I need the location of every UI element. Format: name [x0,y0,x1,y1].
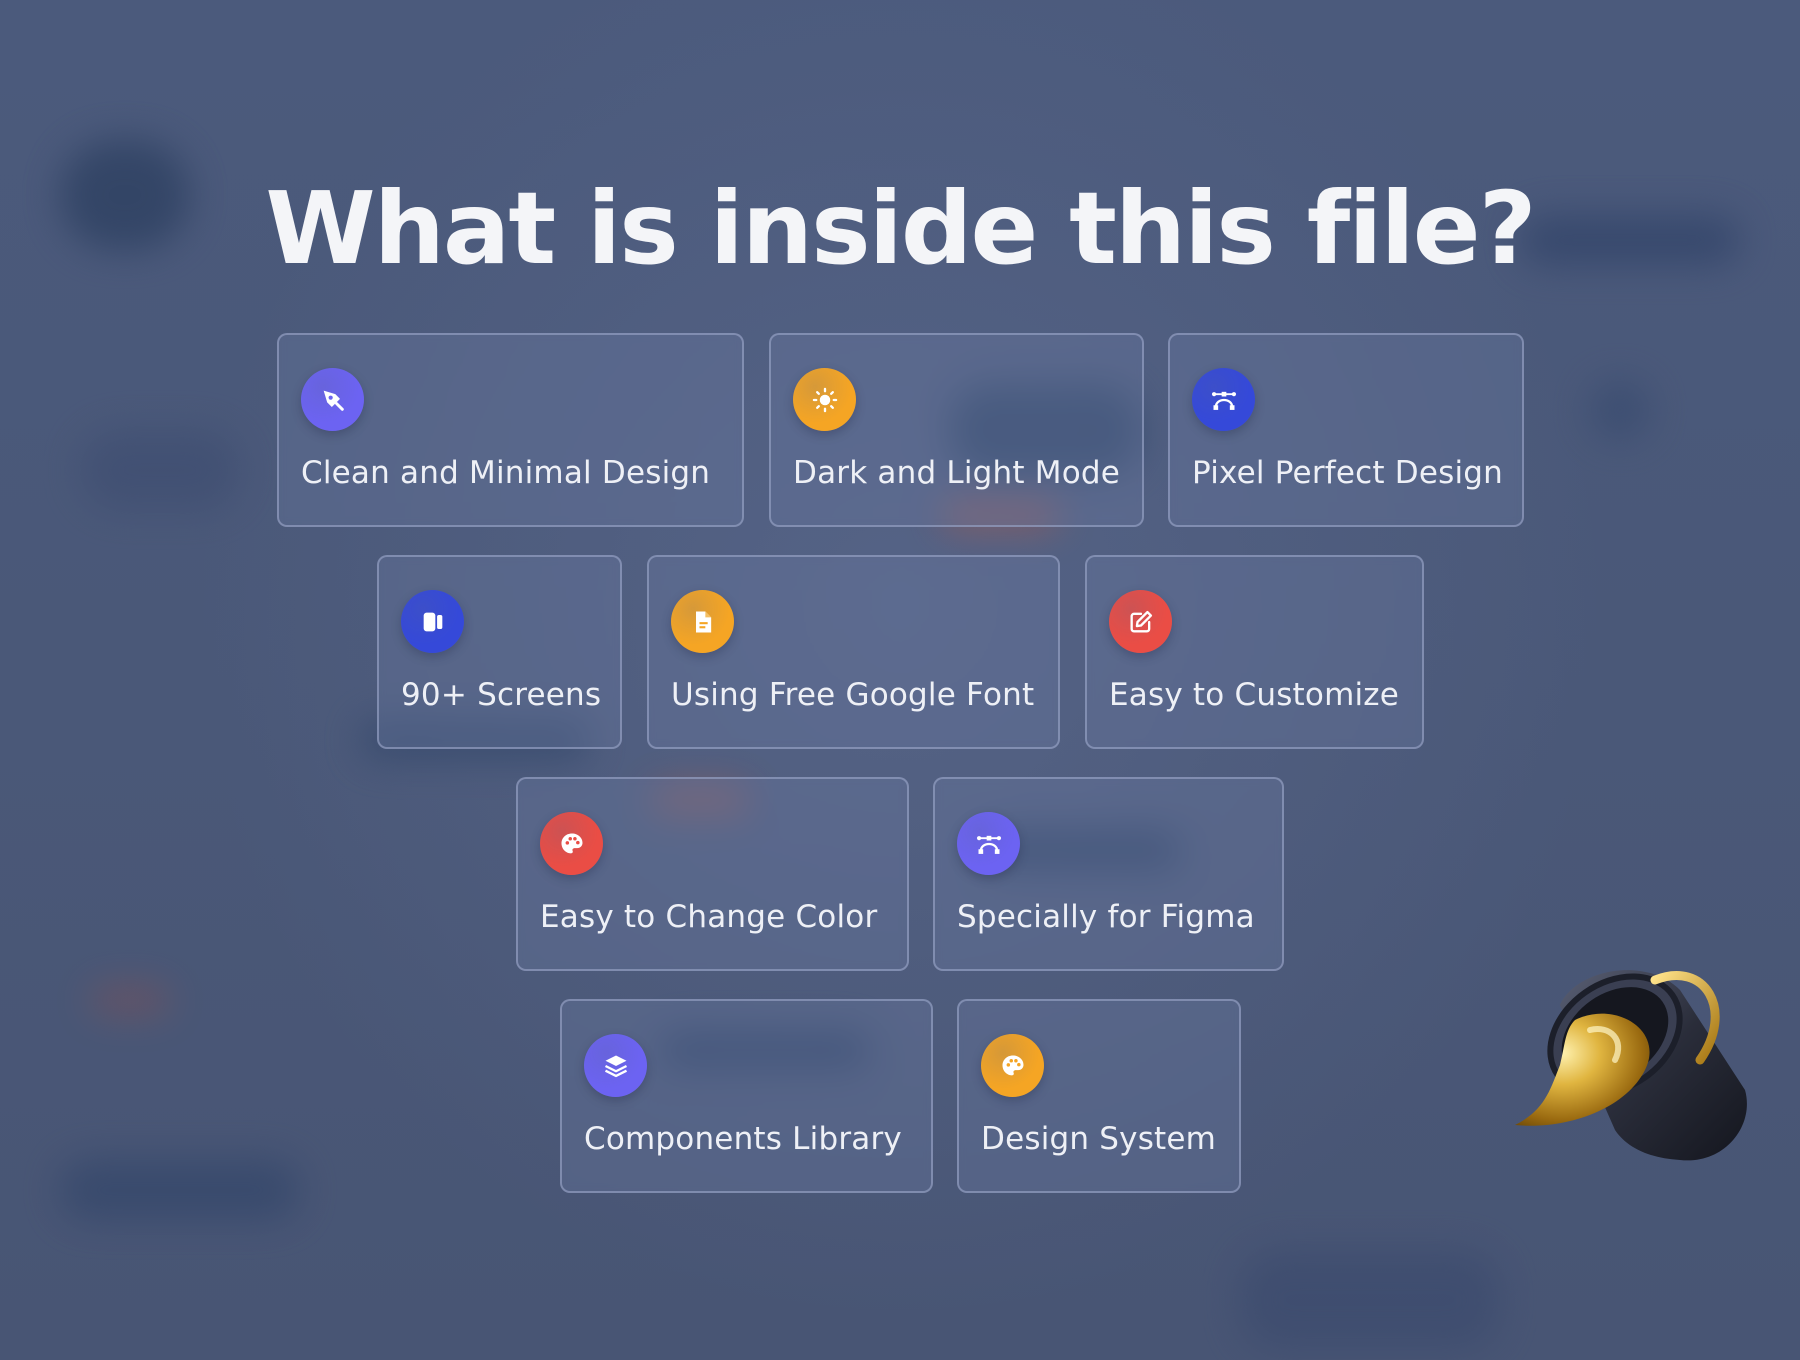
pen-tool-icon [301,368,364,431]
blurred-shape [80,430,240,510]
feature-card-components-library: Components Library [560,999,933,1193]
feature-card-specially-for-figma: Specially for Figma [933,777,1284,971]
sun-icon [793,368,856,431]
feature-label: Components Library [584,1121,902,1157]
feature-card-change-color: Easy to Change Color [516,777,909,971]
layers-icon [584,1034,647,1097]
document-icon [671,590,734,653]
feature-card-90-screens: 90+ Screens [377,555,622,749]
bezier-curve-icon [957,812,1020,875]
edit-icon [1109,590,1172,653]
palette-icon [981,1034,1044,1097]
feature-label: Dark and Light Mode [793,455,1121,491]
feature-label: Clean and Minimal Design [301,455,711,491]
palette-icon [540,812,603,875]
blurred-shape [1590,380,1650,440]
feature-card-design-system: Design System [957,999,1241,1193]
feature-label: 90+ Screens [401,677,602,713]
feature-card-free-google-font: Using Free Google Font [647,555,1060,749]
bezier-curve-icon [1192,368,1255,431]
feature-label: Easy to Change Color [540,899,878,935]
feature-card-easy-to-customize: Easy to Customize [1085,555,1424,749]
blurred-shape [1240,1250,1500,1350]
feature-card-clean-minimal-design: Clean and Minimal Design [277,333,744,527]
blurred-shape [60,1160,300,1220]
feature-label: Specially for Figma [957,899,1255,935]
feature-label: Using Free Google Font [671,677,1035,713]
feature-label: Design System [981,1121,1217,1157]
feature-label: Easy to Customize [1109,677,1400,713]
page-title: What is inside this file? [265,170,1536,287]
feature-card-pixel-perfect-design: Pixel Perfect Design [1168,333,1524,527]
feature-label: Pixel Perfect Design [1192,455,1504,491]
background: What is inside this file? Clean and Mini… [0,0,1800,1360]
feature-card-dark-light-mode: Dark and Light Mode [769,333,1144,527]
blurred-shape [90,985,170,1015]
screens-icon [401,590,464,653]
paint-bucket-icon [1505,950,1765,1180]
